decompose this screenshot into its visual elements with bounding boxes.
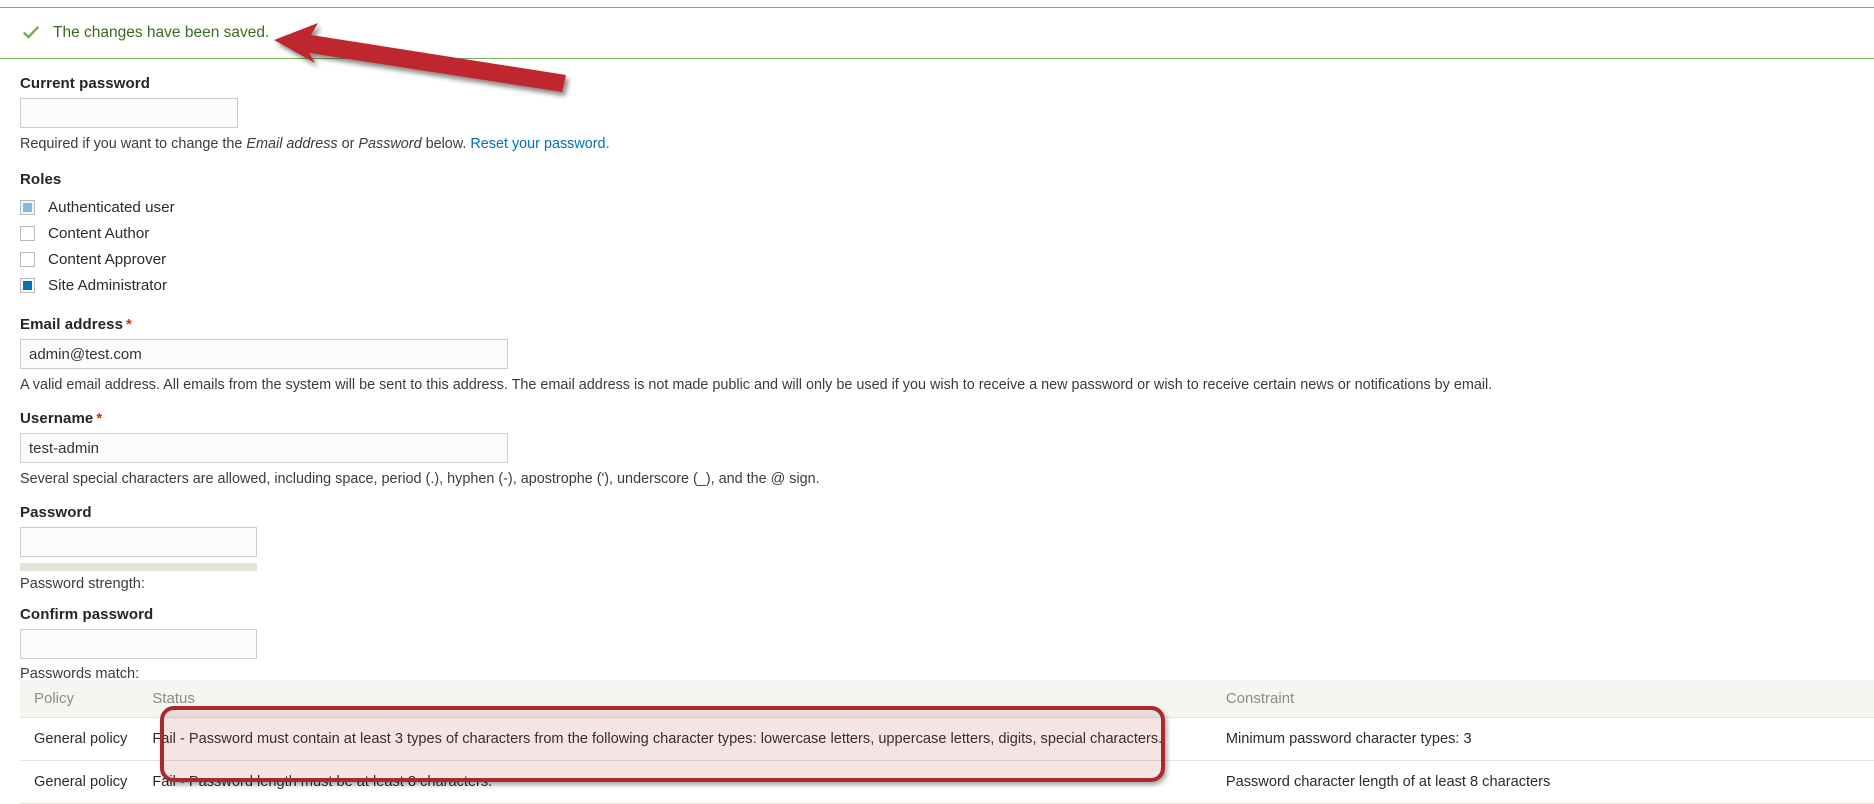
password-strength-text: Password strength: <box>20 576 1874 592</box>
password-strength-label: Password strength: <box>20 576 145 592</box>
checkbox-icon[interactable] <box>20 277 35 293</box>
checkbox-icon[interactable] <box>20 199 35 215</box>
status-message-banner: The changes have been saved. <box>0 7 1874 59</box>
role-label: Site Administrator <box>48 276 168 294</box>
email-description: A valid email address. All emails from t… <box>20 377 1493 393</box>
required-marker-icon: * <box>96 410 103 427</box>
password-policy-table: Policy Status Constraint General policy … <box>20 680 1874 804</box>
column-header-policy: Policy <box>20 680 139 718</box>
table-row: General policy Fail - Password length mu… <box>20 760 1874 804</box>
column-header-constraint: Constraint <box>1211 680 1874 718</box>
user-edit-form: Current password Required if you want to… <box>0 75 1874 715</box>
cell-policy: General policy <box>20 717 139 761</box>
reset-password-link[interactable]: Reset your password. <box>470 136 609 152</box>
column-header-status: Status <box>138 680 1212 718</box>
username-label: Username * <box>20 410 1874 427</box>
checkbox-icon[interactable] <box>20 251 35 267</box>
desc-suffix: below. <box>421 136 471 152</box>
current-password-description: Required if you want to change the Email… <box>20 135 1874 153</box>
table-header-row: Policy Status Constraint <box>20 680 1874 718</box>
roles-field-group: Roles Authenticated user Content Author … <box>0 171 1874 298</box>
cell-constraint: Minimum password character types: 3 <box>1211 717 1874 761</box>
checkbox-icon[interactable] <box>20 225 35 241</box>
username-description: Several special characters are allowed, … <box>20 471 820 487</box>
email-label-text: Email address <box>20 316 124 333</box>
desc-prefix: Required if you want to change the <box>20 136 247 152</box>
cell-status: Fail - Password length must be at least … <box>138 760 1212 804</box>
table-row: General policy Fail - Password must cont… <box>20 717 1874 761</box>
checkmark-icon <box>22 25 40 39</box>
current-password-label: Current password <box>20 75 150 92</box>
email-input[interactable] <box>20 339 508 369</box>
cell-status: Fail - Password must contain at least 3 … <box>138 717 1212 761</box>
desc-middle: or <box>337 136 359 152</box>
role-checkbox-content-approver[interactable]: Content Approver <box>20 246 1874 272</box>
password-field-group: Password Password strength: <box>0 504 1874 592</box>
role-label: Content Approver <box>48 250 167 268</box>
email-field-group: Email address* A valid email address. Al… <box>0 316 1874 394</box>
status-message-text: The changes have been saved. <box>53 24 270 42</box>
email-label: Email address * <box>20 316 1874 333</box>
cell-policy: General policy <box>20 760 139 804</box>
role-checkbox-content-author[interactable]: Content Author <box>20 220 1874 246</box>
role-label: Content Author <box>48 224 150 242</box>
current-password-field-group: Current password Required if you want to… <box>0 75 1874 153</box>
username-field-group: Username* Several special characters are… <box>0 410 1874 488</box>
username-label-text: Username <box>20 410 94 427</box>
password-strength-bar <box>20 563 257 571</box>
required-marker-icon: * <box>126 316 132 333</box>
username-input[interactable] <box>20 433 508 463</box>
cell-constraint: Password character length of at least 8 … <box>1211 760 1874 804</box>
current-password-input[interactable] <box>20 98 238 128</box>
role-checkbox-authenticated-user[interactable]: Authenticated user <box>20 194 1874 220</box>
role-label: Authenticated user <box>48 198 175 216</box>
confirm-password-label: Confirm password <box>20 606 154 623</box>
password-label: Password <box>20 504 92 521</box>
desc-email-emphasis: Email address <box>246 136 338 152</box>
roles-label: Roles <box>20 171 62 188</box>
role-checkbox-site-administrator[interactable]: Site Administrator <box>20 272 1874 298</box>
confirm-password-input[interactable] <box>20 629 257 659</box>
password-input[interactable] <box>20 527 257 557</box>
desc-password-emphasis: Password <box>358 136 422 152</box>
